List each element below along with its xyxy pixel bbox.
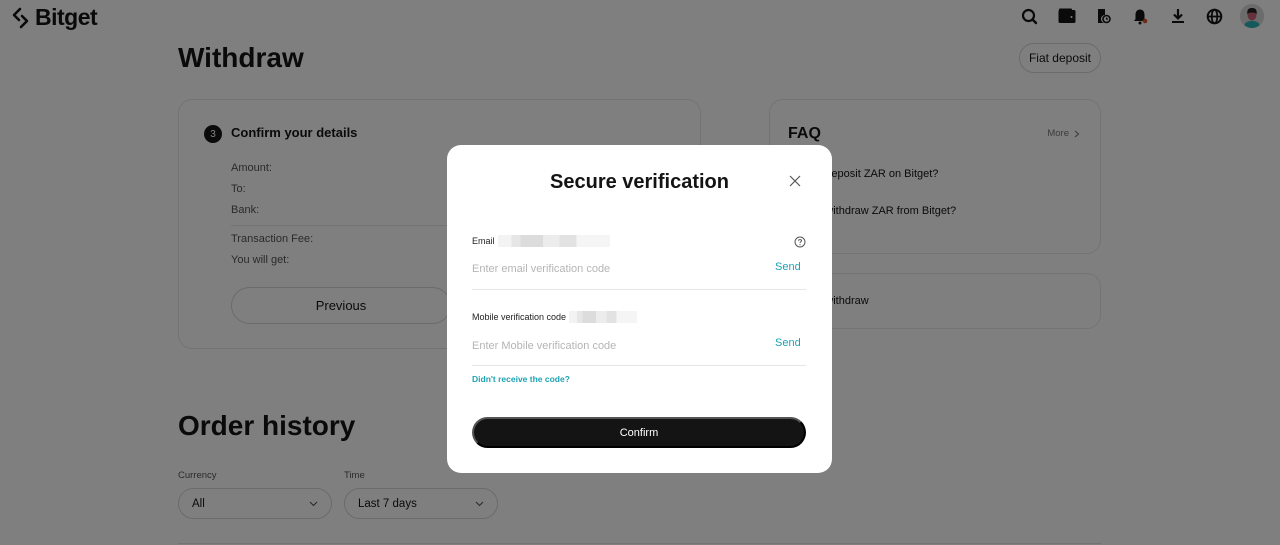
page: Bitget Withdraw <box>0 0 1280 545</box>
mobile-label: Mobile verification code <box>472 312 567 322</box>
confirm-button[interactable]: Confirm <box>472 417 806 448</box>
close-icon[interactable] <box>787 173 803 189</box>
mobile-code-input[interactable] <box>472 338 752 354</box>
didnt-receive-code-link[interactable]: Didn't receive the code? <box>472 374 570 384</box>
mobile-label-row: Mobile verification code <box>472 311 638 323</box>
masked-phone <box>569 311 638 323</box>
send-mobile-code-button[interactable]: Send <box>775 337 801 349</box>
mobile-input-underline <box>472 365 806 366</box>
email-label-row: Email <box>472 235 610 247</box>
modal-title: Secure verification <box>550 171 729 193</box>
send-email-code-button[interactable]: Send <box>775 261 801 273</box>
masked-email <box>497 235 610 247</box>
secure-verification-modal: Secure verification Email Send Mobile ve… <box>447 145 832 473</box>
help-icon[interactable] <box>794 235 806 248</box>
email-label: Email <box>472 236 495 246</box>
email-code-input[interactable] <box>472 261 752 277</box>
email-input-underline <box>472 289 806 290</box>
